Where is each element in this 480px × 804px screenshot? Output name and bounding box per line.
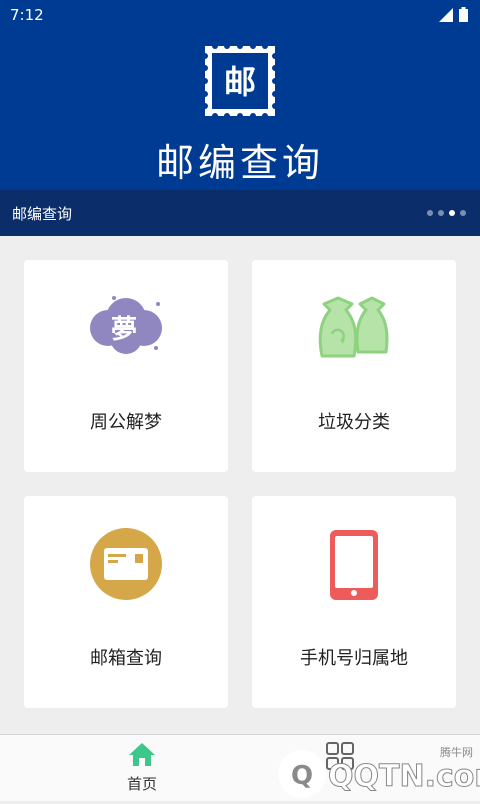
svg-text:夢: 夢 [111,315,137,345]
subheader-label: 邮编查询 [12,205,73,223]
page-title: 邮编查询 [155,141,324,185]
card-label: 周公解梦 [90,412,162,433]
card-label: 手机号归属地 [300,648,408,669]
mobile-phone-icon [252,526,456,602]
card-label: 邮箱查询 [90,648,162,669]
card-dream-interpretation[interactable]: 夢 周公解梦 [24,260,228,472]
status-bar: 7:12 [0,0,480,32]
status-time: 7:12 [10,6,44,24]
tab-apps[interactable] [220,735,460,801]
status-icons [439,7,468,22]
card-label: 垃圾分类 [318,412,390,433]
bottom-nav: 首页 [0,734,480,801]
card-phone-location[interactable]: 手机号归属地 [252,496,456,708]
card-mailbox-query[interactable]: 邮箱查询 [24,496,228,708]
signal-icon [439,8,453,22]
mail-envelope-icon [24,526,228,602]
garbage-bag-icon [252,290,456,360]
stamp-char: 邮 [224,63,256,101]
more-options-icon[interactable] [427,210,466,216]
home-icon [129,743,155,766]
battery-icon [459,7,468,22]
header-banner: 邮 邮编查询 [0,32,480,190]
dream-cloud-icon: 夢 [24,290,228,360]
grid-icon [326,742,354,770]
card-garbage-sorting[interactable]: 垃圾分类 [252,260,456,472]
postal-stamp-icon: 邮 [205,46,275,116]
subheader-bar: 邮编查询 [0,190,480,236]
